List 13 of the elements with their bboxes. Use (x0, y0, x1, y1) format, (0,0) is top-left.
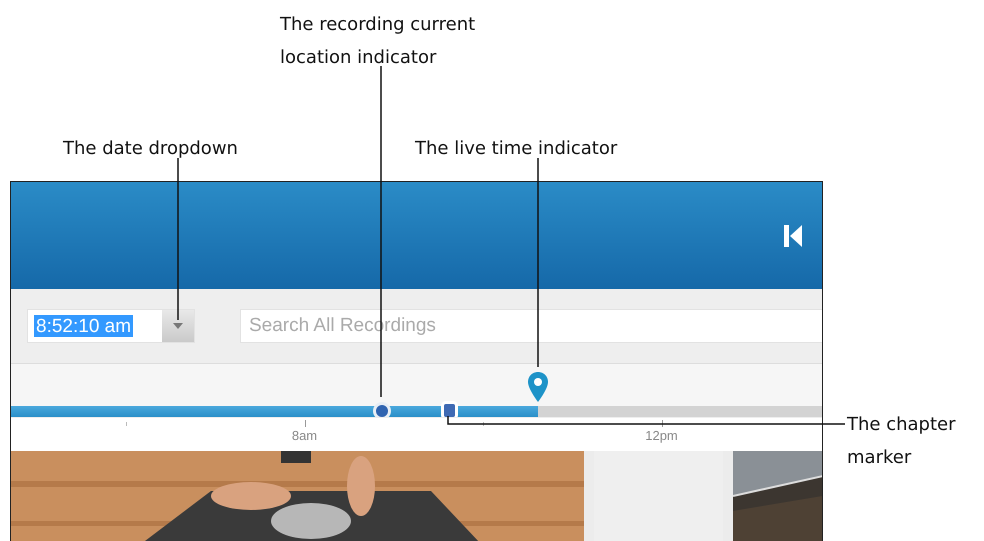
axis-label: 12pm (644, 428, 679, 443)
date-value: 8:52:10 am (34, 315, 134, 337)
callout-label: The chapter marker (847, 413, 956, 470)
callout-label: The date dropdown (63, 137, 239, 161)
location-pin-icon[interactable] (528, 372, 548, 402)
date-dropdown[interactable]: 8:52:10 am (27, 309, 195, 343)
callout-label: The recording current location indicator (280, 13, 476, 70)
callout-label: The live time indicator (415, 137, 618, 161)
dropdown-button[interactable] (162, 310, 194, 342)
axis-label: 8am (290, 428, 318, 443)
caret-icon (173, 323, 183, 329)
chapter-marker[interactable] (444, 404, 455, 417)
skip-to-start-icon[interactable] (784, 225, 802, 247)
